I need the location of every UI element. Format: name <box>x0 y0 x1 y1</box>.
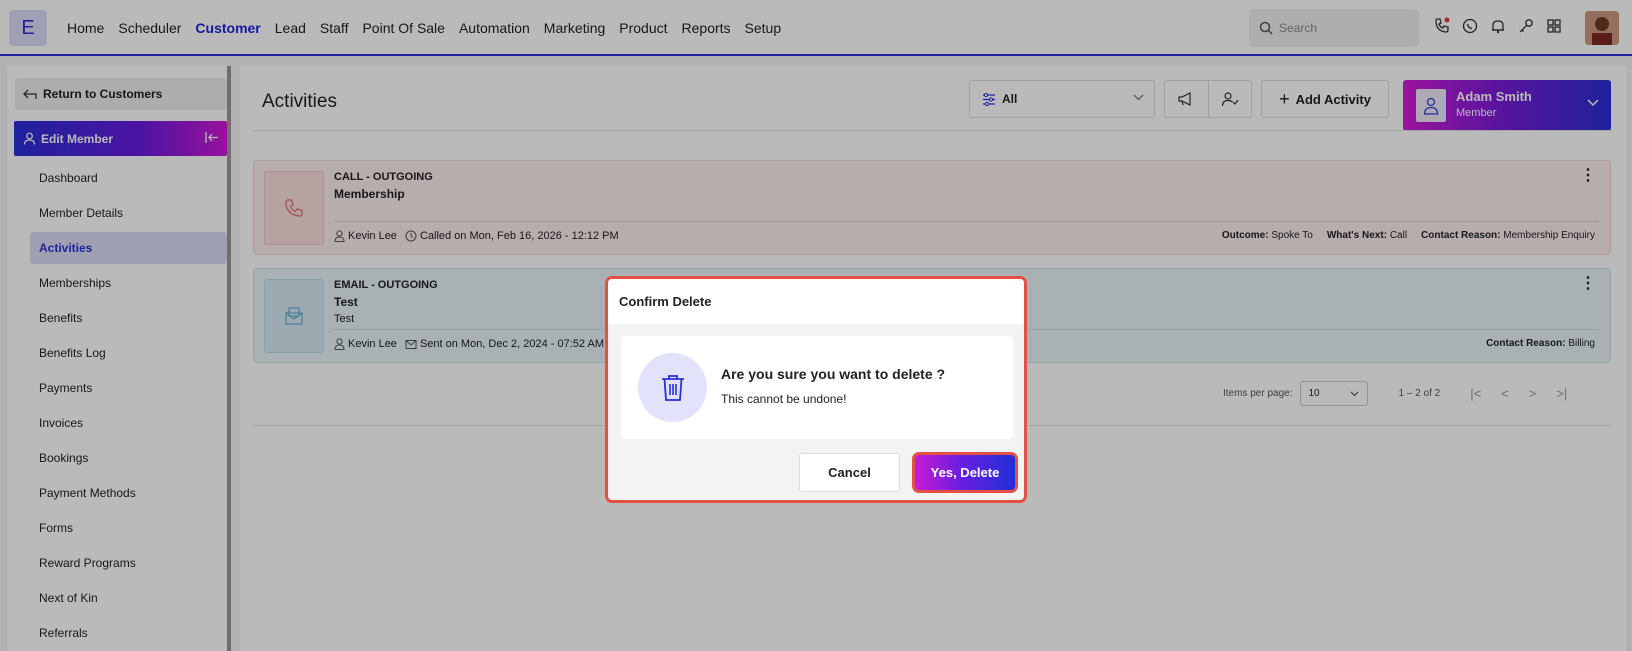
dialog-note: This cannot be undone! <box>721 392 847 406</box>
trash-icon <box>638 353 707 422</box>
dialog-title: Confirm Delete <box>608 279 1024 324</box>
cancel-button[interactable]: Cancel <box>799 453 900 492</box>
dialog-body: Are you sure you want to delete ? This c… <box>621 336 1013 439</box>
dialog-question: Are you sure you want to delete ? <box>721 366 946 382</box>
confirm-delete-dialog: Confirm Delete Are you sure you want to … <box>605 276 1027 503</box>
confirm-delete-button[interactable]: Yes, Delete <box>912 452 1018 493</box>
